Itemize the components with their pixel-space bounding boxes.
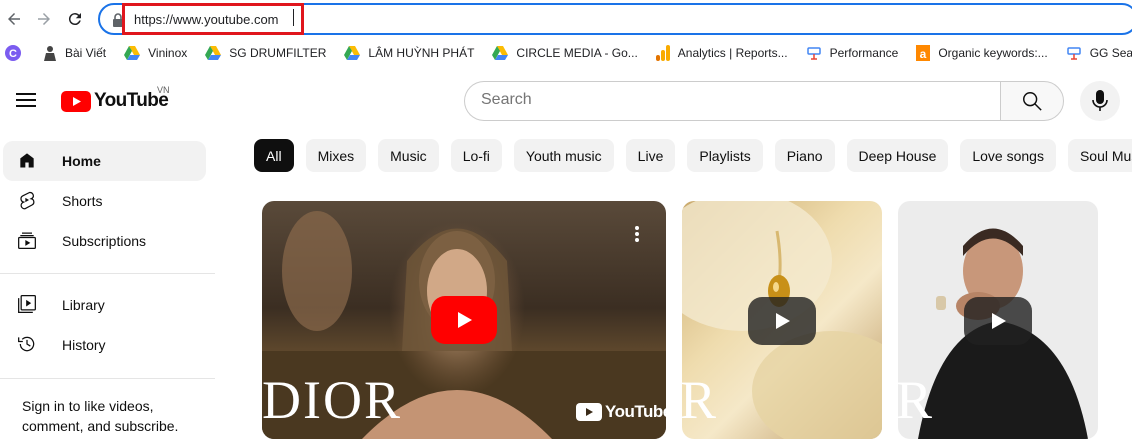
brand-text: DIOR	[262, 370, 402, 430]
browser-toolbar: https://www.youtube.com	[0, 0, 1132, 38]
bookmark-gg-search-console[interactable]: GG Search Console	[1066, 45, 1132, 61]
bookmark-performance[interactable]: Performance	[806, 45, 898, 61]
search-input[interactable]	[481, 91, 981, 109]
drive-icon	[205, 46, 222, 60]
chip-piano[interactable]: Piano	[774, 139, 835, 172]
arrow-left-icon	[8, 13, 20, 25]
chip-all[interactable]: All	[254, 139, 294, 172]
play-button[interactable]	[964, 297, 1032, 345]
youtube-logo[interactable]: YouTube	[61, 90, 169, 112]
video-thumbnail[interactable]: R	[682, 201, 882, 439]
home-icon	[20, 153, 34, 168]
bookmark-sg-drumfilter[interactable]: SG DRUMFILTER	[205, 46, 326, 60]
video-thumbnail[interactable]: DIOR YouTube	[262, 201, 666, 439]
search-button[interactable]	[1000, 81, 1064, 121]
sidebar-item-label: Shorts	[62, 193, 103, 209]
bookmark-organic-keywords[interactable]: a Organic keywords:...	[916, 45, 1048, 61]
sidebar-item-label: History	[62, 337, 106, 353]
play-icon	[776, 313, 790, 329]
circle-c-icon: C	[5, 45, 21, 61]
filter-chips-bar: All Mixes Music Lo-fi Youth music Live P…	[254, 139, 1132, 172]
bookmarks-bar: C Bài Viết Vininox SG DRUMFILTER LÂM HUỲ…	[0, 38, 1132, 68]
search-box[interactable]	[464, 81, 1001, 121]
person-icon	[44, 46, 56, 61]
sidebar-item-history[interactable]: History	[3, 325, 206, 365]
bookmark-lam-huynh-phat[interactable]: LÂM HUỲNH PHÁT	[344, 46, 474, 60]
sidebar-item-shorts[interactable]: Shorts	[3, 181, 206, 221]
bookmark-bai-viet[interactable]: Bài Viết	[43, 45, 106, 61]
chip-lofi[interactable]: Lo-fi	[450, 139, 502, 172]
drive-icon	[492, 46, 509, 60]
sidebar-item-subscriptions[interactable]: Subscriptions	[3, 221, 206, 261]
video-thumbnail[interactable]: R	[898, 201, 1098, 439]
search-console-icon	[806, 47, 821, 60]
drive-icon	[344, 46, 361, 60]
chip-love-songs[interactable]: Love songs	[960, 139, 1056, 172]
chip-youth-music[interactable]: Youth music	[513, 139, 614, 172]
bookmark-circle[interactable]: C	[5, 45, 29, 61]
sidebar-divider	[0, 378, 215, 379]
history-icon	[18, 336, 35, 352]
subscriptions-icon	[18, 232, 36, 249]
menu-button[interactable]	[16, 92, 36, 113]
drive-icon	[124, 46, 141, 60]
bookmark-analytics[interactable]: Analytics | Reports...	[655, 45, 788, 61]
bookmark-vininox[interactable]: Vininox	[124, 46, 187, 60]
more-options-icon[interactable]	[634, 225, 640, 243]
youtube-play-logo-icon	[61, 90, 91, 112]
country-code: VN	[157, 85, 170, 95]
play-icon	[458, 312, 472, 328]
sidebar-item-label: Library	[62, 297, 105, 313]
sidebar-item-label: Home	[62, 153, 101, 169]
hamburger-menu-icon	[16, 93, 36, 107]
voice-search-button[interactable]	[1080, 81, 1120, 121]
library-icon	[18, 295, 36, 313]
arrow-right-icon	[38, 13, 50, 25]
reload-button[interactable]	[63, 7, 87, 31]
chip-live[interactable]: Live	[625, 139, 676, 172]
back-button[interactable]	[2, 7, 26, 31]
sidebar: Home Shorts Subscriptions Library Histor…	[0, 134, 215, 444]
chip-music[interactable]: Music	[378, 139, 439, 172]
play-icon	[992, 313, 1006, 329]
chip-soul-music[interactable]: Soul Music	[1067, 139, 1132, 172]
chip-mixes[interactable]: Mixes	[305, 139, 367, 172]
signin-prompt-text: Sign in to like videos, comment, and sub…	[22, 398, 179, 434]
forward-button[interactable]	[32, 7, 56, 31]
bookmark-circle-media[interactable]: CIRCLE MEDIA - Go...	[492, 46, 638, 60]
text-caret	[293, 9, 294, 26]
watermark-text: YouTube	[605, 402, 666, 421]
analytics-icon	[655, 45, 670, 61]
sidebar-item-library[interactable]: Library	[3, 285, 206, 325]
ahrefs-icon: a	[916, 45, 931, 61]
play-button[interactable]	[431, 296, 497, 344]
chip-deep-house[interactable]: Deep House	[846, 139, 949, 172]
search-console-icon	[1066, 47, 1081, 60]
url-highlight-box	[122, 3, 304, 35]
sidebar-item-home[interactable]: Home	[3, 141, 206, 181]
brand-text: R	[682, 370, 719, 430]
play-button[interactable]	[748, 297, 816, 345]
shorts-icon	[20, 191, 35, 210]
youtube-watermark: YouTube	[576, 402, 666, 422]
reload-icon	[68, 13, 81, 26]
svg-text:a: a	[920, 47, 927, 61]
youtube-masthead: YouTube VN	[0, 68, 1132, 134]
microphone-icon	[1092, 90, 1108, 111]
chip-playlists[interactable]: Playlists	[687, 139, 763, 172]
youtube-play-logo-icon	[576, 403, 602, 421]
sidebar-divider	[0, 273, 215, 274]
search-icon	[1023, 92, 1042, 111]
sidebar-item-label: Subscriptions	[62, 233, 147, 249]
svg-text:C: C	[9, 48, 17, 60]
brand-text: R	[898, 370, 935, 430]
